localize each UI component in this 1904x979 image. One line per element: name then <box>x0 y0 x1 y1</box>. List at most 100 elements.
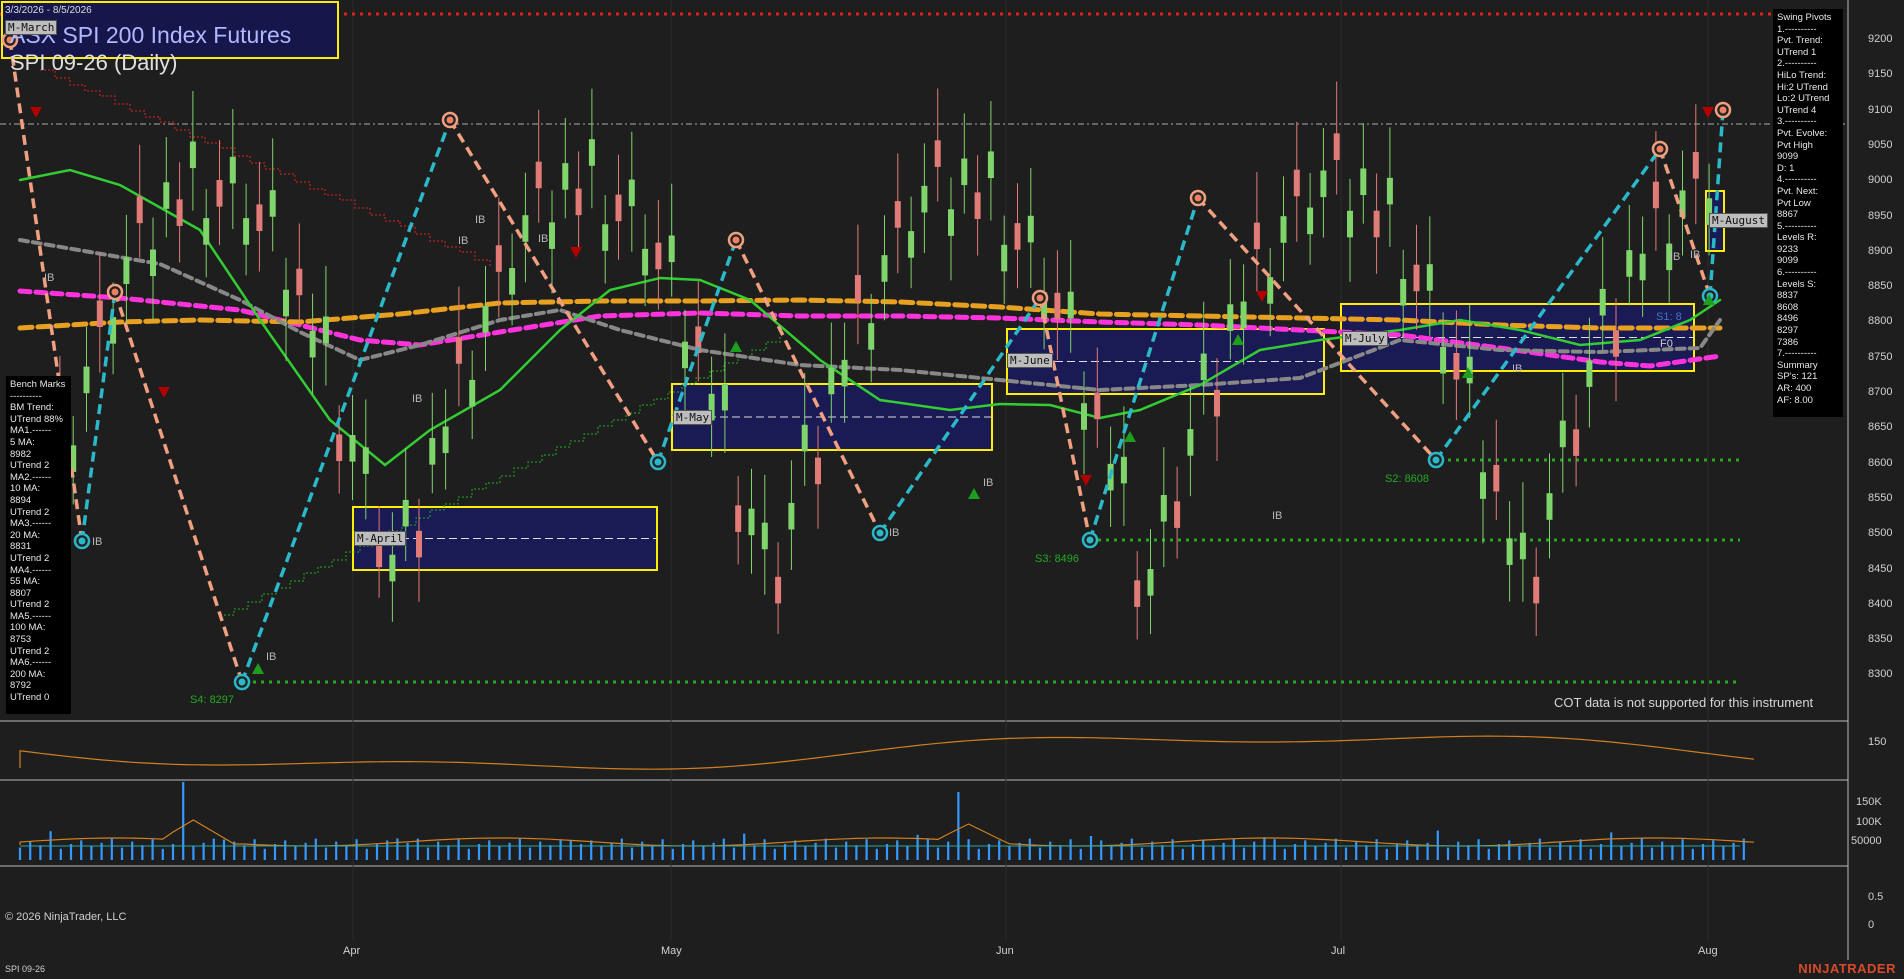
bar-body <box>1652 181 1659 209</box>
price-bar <box>256 161 263 272</box>
inside-bar-label: IB <box>475 214 486 226</box>
price-bar <box>1333 81 1340 195</box>
price-bar <box>934 88 941 202</box>
bar-body <box>1347 210 1353 238</box>
price-bar <box>535 109 542 223</box>
bar-body <box>735 505 742 532</box>
bar-body <box>1426 264 1433 291</box>
bar-body <box>948 209 954 236</box>
fo-label: F0 <box>1660 338 1673 350</box>
price-tick-label: 8900 <box>1868 244 1893 257</box>
swing-pivot-dot <box>1086 536 1094 544</box>
swing-pivot-dot <box>732 236 740 244</box>
oscillator-line <box>19 735 1755 770</box>
bar-body <box>655 242 662 270</box>
price-bar <box>1493 419 1500 521</box>
price-bar <box>761 474 768 595</box>
price-bar <box>522 172 529 283</box>
price-bar <box>549 190 555 294</box>
buy-signal-triangle <box>730 341 742 352</box>
bar-body <box>150 249 156 277</box>
price-bar <box>642 214 649 306</box>
price-bar <box>575 151 582 252</box>
price-bar <box>1639 216 1646 317</box>
swing-pivot-dot <box>1719 106 1727 114</box>
bar-body <box>389 554 396 582</box>
bar-body <box>1081 403 1087 430</box>
secondary-axis-label: 150K <box>1856 796 1882 808</box>
chart-canvas[interactable] <box>0 0 1904 979</box>
price-bar <box>602 195 609 284</box>
bar-body <box>309 330 316 358</box>
sell-signal-triangle <box>1702 107 1714 118</box>
bar-body <box>1320 170 1327 198</box>
bar-body <box>269 190 276 217</box>
bar-body <box>416 530 422 558</box>
bar-body <box>402 499 409 527</box>
swing-pivot-dot <box>876 529 884 537</box>
bar-body <box>509 268 516 295</box>
price-bar <box>455 286 462 407</box>
swing-pivot-dot <box>446 116 454 124</box>
ninjatrader-logo: NINJATRADER <box>1798 961 1896 976</box>
bar-body <box>1333 133 1340 160</box>
price-tick-label: 8750 <box>1868 350 1893 363</box>
price-tick-label: 9050 <box>1868 138 1893 151</box>
price-bar <box>1200 301 1207 415</box>
bar-body <box>921 185 928 213</box>
price-bar <box>150 217 156 321</box>
price-bar <box>1373 173 1380 274</box>
bar-body <box>1174 501 1181 528</box>
price-bar <box>243 183 250 276</box>
price-bar <box>1360 123 1367 224</box>
price-bar <box>1386 127 1393 247</box>
inside-bar-label: IB <box>1272 510 1283 522</box>
bar-body <box>775 576 782 604</box>
bar-body <box>1639 253 1646 281</box>
bar-body <box>668 235 675 263</box>
instrument-footer: SPI 09-26 <box>5 964 46 974</box>
bar-body <box>296 268 303 296</box>
inside-bar-label: IB <box>889 527 900 539</box>
bar-body <box>1692 152 1699 179</box>
swing-pivot-dot <box>78 537 86 545</box>
inside-bar-label: IB <box>538 233 549 245</box>
bar-body <box>429 438 436 465</box>
bar-body <box>854 275 861 302</box>
inside-bar-label: IB <box>983 477 994 489</box>
price-tick-label: 8650 <box>1868 421 1893 434</box>
price-bar <box>1147 529 1154 635</box>
bar-body <box>1493 464 1500 492</box>
price-bar <box>429 392 436 494</box>
sell-signal-triangle <box>1256 291 1268 302</box>
bar-body <box>642 248 649 276</box>
price-tick-label: 9150 <box>1868 68 1893 81</box>
price-tick-label: 8450 <box>1868 562 1893 575</box>
price-bar <box>748 468 755 574</box>
price-bar <box>1280 176 1287 282</box>
price-bar <box>283 257 289 361</box>
bar-body <box>1546 493 1553 520</box>
bar-body <box>549 222 555 249</box>
swing-pivot-dot <box>111 288 119 296</box>
bar-body <box>535 161 542 189</box>
price-bar <box>1320 127 1327 238</box>
support-label-s2: S2: 8608 <box>1385 473 1430 485</box>
contract-title: SPI 09-26 (Daily) <box>10 50 178 75</box>
bar-body <box>1586 360 1593 387</box>
inside-bar-label: IB <box>92 536 103 548</box>
bar-body <box>1360 168 1367 196</box>
bar-body <box>522 215 529 242</box>
inside-bar-label: IB <box>1512 363 1523 375</box>
bar-body <box>801 424 808 452</box>
bar-body <box>136 196 143 224</box>
price-bar <box>615 154 622 260</box>
bar-body <box>974 192 981 219</box>
price-bar <box>269 138 276 252</box>
buy-signal-triangle <box>252 663 264 674</box>
price-bar <box>1134 551 1141 640</box>
bar-body <box>442 426 449 454</box>
bar-body <box>961 158 968 186</box>
swing-leg <box>1658 148 1712 297</box>
bar-body <box>283 289 289 317</box>
